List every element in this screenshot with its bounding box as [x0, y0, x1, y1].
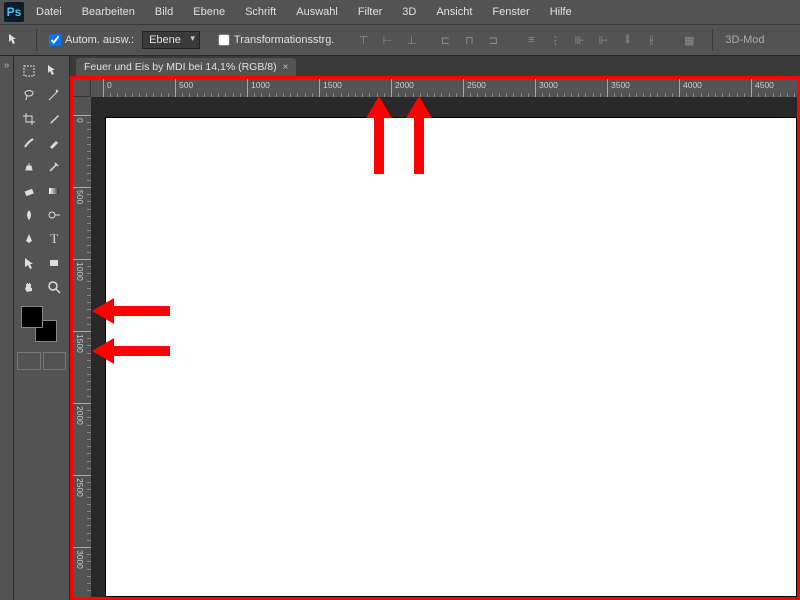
extra-buttons: ▦: [678, 29, 700, 51]
brush-tool[interactable]: [43, 132, 67, 154]
menu-schrift[interactable]: Schrift: [237, 4, 284, 20]
blur-tool[interactable]: [17, 204, 41, 226]
menu-hilfe[interactable]: Hilfe: [542, 4, 580, 20]
dist-1-icon[interactable]: ≡: [520, 29, 542, 51]
menu-auswahl[interactable]: Auswahl: [288, 4, 346, 20]
align-top-icon[interactable]: ⊤: [352, 29, 374, 51]
move-tool[interactable]: [43, 60, 67, 82]
type-tool[interactable]: T: [43, 228, 67, 250]
transform-label: Transformationsstrg.: [234, 34, 334, 46]
annotation-arrow-left-1: [92, 298, 170, 324]
quickmask-mode-button[interactable]: [43, 352, 67, 370]
healing-brush-tool[interactable]: [17, 132, 41, 154]
pen-tool[interactable]: [17, 228, 41, 250]
clone-stamp-tool[interactable]: [17, 156, 41, 178]
auto-select-checkbox[interactable]: Autom. ausw.:: [49, 34, 134, 46]
mode-3d-label: 3D-Mod: [725, 34, 764, 46]
dist-3-icon[interactable]: ⊪: [568, 29, 590, 51]
foreground-color[interactable]: [21, 306, 43, 328]
align-buttons-2: ⊏ ⊓ ⊐: [434, 29, 504, 51]
annotation-arrow-up-1: [366, 96, 392, 174]
standard-mode-button[interactable]: [17, 352, 41, 370]
auto-align-icon[interactable]: ▦: [678, 29, 700, 51]
align-vcenter-icon[interactable]: ⊢: [376, 29, 398, 51]
rectangle-tool[interactable]: [43, 252, 67, 274]
color-swatches[interactable]: [21, 306, 57, 342]
dist-4-icon[interactable]: ⊩: [592, 29, 614, 51]
eyedropper-tool[interactable]: [43, 108, 67, 130]
annotation-arrow-left-2: [92, 338, 170, 364]
ruler-vertical[interactable]: 050010001500200025003000: [73, 97, 91, 597]
hand-tool[interactable]: [17, 276, 41, 298]
photoshop-window: Ps Datei Bearbeiten Bild Ebene Schrift A…: [0, 0, 800, 600]
panel-grip-left[interactable]: »: [0, 56, 14, 600]
crop-tool[interactable]: [17, 108, 41, 130]
work-area: »: [0, 56, 800, 600]
canvas-background: [91, 97, 797, 597]
transform-input[interactable]: [218, 34, 230, 46]
auto-select-input[interactable]: [49, 34, 61, 46]
distribute-buttons: ≡ ⋮ ⊪ ⊩ ⫴ ⫳: [520, 29, 662, 51]
align-bottom-icon[interactable]: ⊥: [400, 29, 422, 51]
zoom-tool[interactable]: [43, 276, 67, 298]
align-hcenter-icon[interactable]: ⊓: [458, 29, 480, 51]
align-left-icon[interactable]: ⊏: [434, 29, 456, 51]
close-tab-icon[interactable]: ×: [283, 62, 289, 73]
ruler-horizontal[interactable]: 050010001500200025003000350040004500: [91, 79, 797, 97]
path-selection-tool[interactable]: [17, 252, 41, 274]
menu-bild[interactable]: Bild: [147, 4, 181, 20]
divider: [712, 29, 713, 51]
document-area: Feuer und Eis by MDI bei 14,1% (RGB/8) ×…: [70, 56, 800, 600]
app-logo: Ps: [4, 2, 24, 22]
ruler-origin[interactable]: [73, 79, 91, 97]
layer-dropdown[interactable]: Ebene: [142, 31, 200, 49]
marquee-tool[interactable]: [17, 60, 41, 82]
annotation-arrow-up-2: [406, 96, 432, 174]
move-tool-icon: [6, 31, 24, 49]
annotation-red-box: 050010001500200025003000350040004500 050…: [70, 76, 800, 600]
divider: [36, 29, 37, 51]
document-tab[interactable]: Feuer und Eis by MDI bei 14,1% (RGB/8) ×: [76, 58, 296, 76]
options-bar: Autom. ausw.: Ebene Transformationsstrg.…: [0, 24, 800, 56]
dist-5-icon[interactable]: ⫴: [616, 29, 638, 51]
auto-select-label: Autom. ausw.:: [65, 34, 134, 46]
menu-fenster[interactable]: Fenster: [484, 4, 537, 20]
menu-bearbeiten[interactable]: Bearbeiten: [74, 4, 143, 20]
gradient-tool[interactable]: [43, 180, 67, 202]
menu-3d[interactable]: 3D: [394, 4, 424, 20]
align-right-icon[interactable]: ⊐: [482, 29, 504, 51]
menubar: Ps Datei Bearbeiten Bild Ebene Schrift A…: [0, 0, 800, 24]
menu-datei[interactable]: Datei: [28, 4, 70, 20]
document-tab-title: Feuer und Eis by MDI bei 14,1% (RGB/8): [84, 61, 277, 73]
dist-6-icon[interactable]: ⫳: [640, 29, 662, 51]
align-buttons: ⊤ ⊢ ⊥: [352, 29, 422, 51]
magic-wand-tool[interactable]: [43, 84, 67, 106]
toolbox: T: [14, 56, 70, 600]
history-brush-tool[interactable]: [43, 156, 67, 178]
eraser-tool[interactable]: [17, 180, 41, 202]
menu-ebene[interactable]: Ebene: [185, 4, 233, 20]
lasso-tool[interactable]: [17, 84, 41, 106]
dist-2-icon[interactable]: ⋮: [544, 29, 566, 51]
transform-controls-checkbox[interactable]: Transformationsstrg.: [218, 34, 334, 46]
dodge-tool[interactable]: [43, 204, 67, 226]
canvas[interactable]: [105, 117, 797, 597]
menu-ansicht[interactable]: Ansicht: [428, 4, 480, 20]
menu-filter[interactable]: Filter: [350, 4, 390, 20]
document-tabstrip: Feuer und Eis by MDI bei 14,1% (RGB/8) ×: [70, 56, 800, 76]
